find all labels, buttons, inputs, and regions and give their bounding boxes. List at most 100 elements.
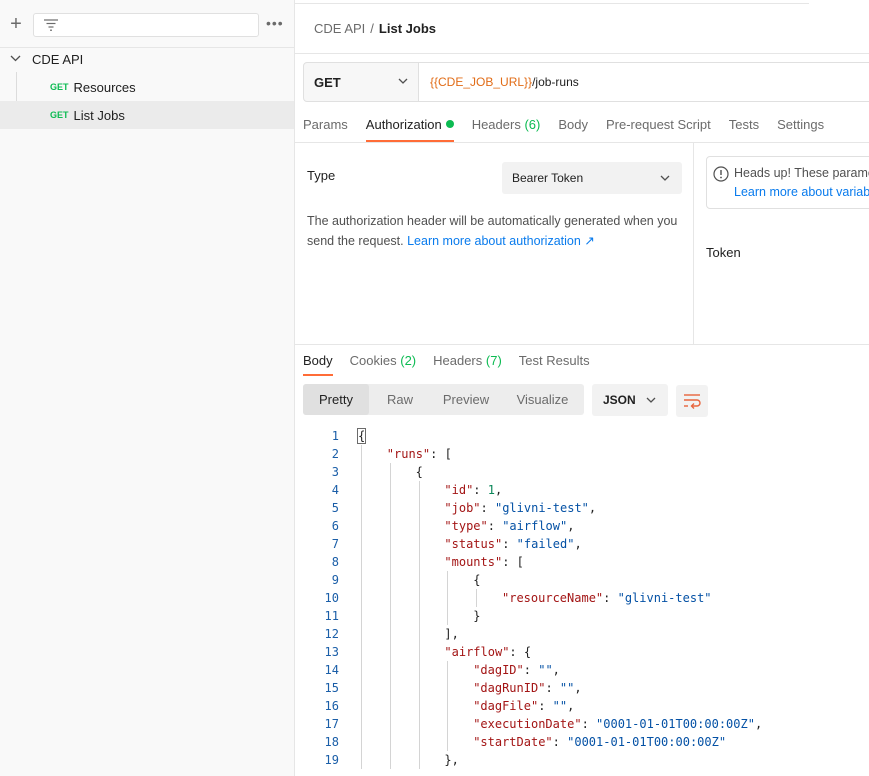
code-token: : [	[430, 447, 452, 461]
code-text: }	[473, 607, 480, 625]
indent-guide	[418, 661, 420, 679]
indent-guide	[389, 625, 391, 643]
indent-guide	[361, 571, 362, 589]
line-number: 4	[331, 483, 339, 497]
divider	[693, 143, 694, 344]
indent-guide	[361, 733, 362, 751]
request-tabs: Params Authorization Headers (6) Body Pr…	[303, 114, 869, 142]
code-line: 3{	[295, 463, 869, 481]
response-body-code[interactable]: 1{2 "runs": [3{4 "id": 1, 5 "job": "glivni-t…	[295, 426, 869, 776]
tab-strip	[295, 0, 809, 4]
new-plus-icon[interactable]: +	[6, 14, 26, 34]
code-token: "startDate"	[473, 735, 553, 749]
indent-guide	[389, 643, 391, 661]
filter-input[interactable]	[33, 13, 259, 37]
indent-guide	[418, 751, 420, 769]
line-number: 15	[324, 681, 339, 695]
tab-tests[interactable]: Tests	[729, 114, 759, 142]
code-token: "0001-01-01T00:00:00Z"	[567, 735, 727, 749]
code-text: "mounts": [	[444, 553, 523, 571]
view-mode-segment: Pretty Raw Preview Visualize	[303, 384, 584, 415]
line-number: 12	[324, 627, 339, 641]
tab-params[interactable]: Params	[303, 114, 348, 142]
tab-test-results[interactable]: Test Results	[519, 352, 590, 376]
method-select[interactable]: GET	[304, 63, 419, 101]
method-badge: GET	[50, 110, 69, 120]
tab-headers[interactable]: Headers (6)	[472, 114, 541, 142]
line-number: 6	[331, 519, 339, 533]
code-text: "startDate": "0001-01-01T00:00:00Z"	[473, 733, 726, 751]
line-number: 9	[331, 573, 339, 587]
tab-response-cookies[interactable]: Cookies (2)	[350, 352, 416, 376]
code-line: 8 "mounts": [	[295, 553, 869, 571]
indent-guide	[389, 679, 391, 697]
indent-guide	[389, 733, 391, 751]
indent-guide	[361, 607, 362, 625]
code-text: "status": "failed",	[444, 535, 581, 553]
tab-response-body[interactable]: Body	[303, 352, 333, 376]
view-raw[interactable]: Raw	[369, 384, 431, 415]
code-token: ,	[574, 537, 582, 551]
code-token: "type"	[444, 519, 488, 533]
tab-authorization[interactable]: Authorization	[365, 114, 454, 142]
wrap-lines-button[interactable]	[676, 385, 708, 417]
code-token: : {	[509, 645, 532, 659]
tab-settings[interactable]: Settings	[777, 114, 824, 142]
chevron-down-icon	[646, 397, 656, 403]
code-token: "mounts"	[444, 555, 503, 569]
tab-body[interactable]: Body	[558, 114, 588, 142]
url-variable: {{CDE_JOB_URL}}	[430, 75, 533, 89]
line-number: 1	[331, 429, 339, 443]
heads-up-title: Heads up! These parameters	[734, 166, 869, 180]
collection-item[interactable]: CDE API	[0, 45, 294, 73]
code-line: 15 "dagRunID": "",	[295, 679, 869, 697]
code-text: "runs": [	[387, 445, 452, 463]
breadcrumb-parent[interactable]: CDE API	[314, 21, 365, 36]
url-input[interactable]: {{CDE_JOB_URL}}/job-runs	[419, 63, 869, 101]
chevron-down-icon	[660, 175, 670, 181]
code-text: ],	[444, 625, 458, 643]
code-line: 18 "startDate": "0001-01-01T00:00:00Z"	[295, 733, 869, 751]
indent-guide	[361, 625, 362, 643]
code-token: ,	[574, 681, 582, 695]
indent-guide	[389, 517, 391, 535]
learn-more-variables-link[interactable]: Learn more about variables	[734, 183, 869, 202]
method-value: GET	[314, 74, 341, 90]
sidebar-request-resources[interactable]: GET Resources	[0, 73, 294, 101]
code-token: "dagRunID"	[473, 681, 546, 695]
code-line: 12],	[295, 625, 869, 643]
code-token: : [	[502, 555, 524, 569]
indent-guide	[389, 697, 391, 715]
view-preview[interactable]: Preview	[431, 384, 501, 415]
format-select[interactable]: JSON	[592, 384, 668, 416]
code-token: ""	[538, 663, 553, 677]
code-token: "glivni-test"	[494, 501, 589, 515]
tab-pre-request-script[interactable]: Pre-request Script	[606, 114, 711, 142]
indent-guide	[389, 607, 391, 625]
code-token: ,	[754, 717, 763, 731]
tab-response-headers[interactable]: Headers (7)	[433, 352, 502, 376]
code-text: "executionDate": "0001-01-01T00:00:00Z",	[473, 715, 762, 733]
indent-guide	[447, 661, 449, 679]
line-number: 3	[331, 465, 339, 479]
learn-more-authorization-link[interactable]: Learn more about authorization ↗	[407, 234, 595, 248]
cookies-count: (2)	[400, 353, 417, 368]
view-visualize[interactable]: Visualize	[501, 384, 584, 415]
url-path: /job-runs	[532, 75, 579, 89]
code-token: "airflow"	[444, 645, 510, 659]
indent-guide	[447, 589, 449, 607]
code-line: 9{	[295, 571, 869, 589]
url-bar: GET {{CDE_JOB_URL}}/job-runs	[303, 62, 869, 102]
indent-guide	[389, 535, 391, 553]
code-text: "id": 1,	[444, 481, 502, 499]
code-token: ,	[552, 663, 560, 677]
view-pretty[interactable]: Pretty	[303, 384, 369, 415]
sidebar-request-list-jobs[interactable]: GET List Jobs	[0, 101, 294, 129]
code-text: "type": "airflow",	[444, 517, 574, 535]
auth-type-select[interactable]: Bearer Token	[502, 162, 682, 194]
indent-guide	[418, 481, 420, 499]
code-token: 1	[487, 483, 495, 497]
chevron-down-icon[interactable]	[10, 53, 21, 63]
code-token: ,	[588, 501, 597, 515]
more-options-icon[interactable]: •••	[266, 15, 284, 31]
